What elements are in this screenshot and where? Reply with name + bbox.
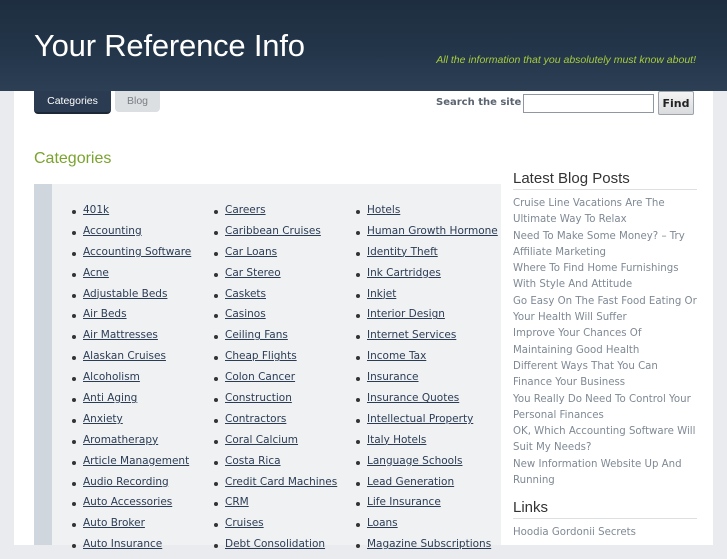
category-link[interactable]: Intellectual Property [354,413,498,434]
category-link[interactable]: Air Beds [70,308,191,329]
category-link[interactable]: Careers [212,204,337,225]
category-link[interactable]: Coral Calcium [212,434,337,455]
category-link[interactable]: Cruises [212,517,337,538]
categories-heading: Categories [34,150,112,167]
category-link[interactable]: Costa Rica [212,455,337,476]
category-link[interactable]: Hotels [354,204,498,225]
category-link[interactable]: Italy Hotels [354,434,498,455]
category-link[interactable]: Cheap Flights [212,350,337,371]
blog-post-link[interactable]: OK, Which Accounting Software Will Suit … [513,424,697,457]
search-label: Search the site [436,97,522,108]
category-link[interactable]: Air Mattresses [70,329,191,350]
category-link[interactable]: Anxiety [70,413,191,434]
latest-posts-heading: Latest Blog Posts [513,170,697,190]
category-link[interactable]: Life Insurance [354,496,498,517]
category-link[interactable]: Caskets [212,288,337,309]
category-link[interactable]: Ceiling Fans [212,329,337,350]
category-link[interactable]: Car Stereo [212,267,337,288]
sidebar-link[interactable]: Hoodia Gordonii Secrets [513,525,697,541]
category-link[interactable]: Auto Broker [70,517,191,538]
category-link[interactable]: Language Schools [354,455,498,476]
category-link[interactable]: Anti Aging [70,392,191,413]
site-tagline: All the information that you absolutely … [436,54,696,66]
category-link[interactable]: Article Management [70,455,191,476]
category-column: Hotels Human Growth Hormone Identity Theft… [354,204,498,559]
category-link[interactable]: Loans [354,517,498,538]
category-link[interactable]: Contractors [212,413,337,434]
category-link[interactable]: Insurance Quotes [354,392,498,413]
category-link[interactable]: Identity Theft [354,246,498,267]
category-link[interactable]: Income Tax [354,350,498,371]
blog-post-link[interactable]: Need To Make Some Money? – Try Affiliate… [513,229,697,262]
tab-blog[interactable]: Blog [115,91,160,112]
category-link[interactable]: Magazine Subscriptions [354,538,498,559]
search-input[interactable] [523,94,654,113]
category-link[interactable]: Credit Card Machines [212,476,337,497]
category-link[interactable]: Car Loans [212,246,337,267]
blog-post-link[interactable]: New Information Website Up And Running [513,457,697,490]
category-link[interactable]: Colon Cancer [212,371,337,392]
category-link[interactable]: Insurance [354,371,498,392]
blog-post-link[interactable]: Improve Your Chances Of Maintaining Good… [513,326,697,359]
blog-post-link[interactable]: You Really Do Need To Control Your Perso… [513,392,697,425]
category-link[interactable]: Adjustable Beds [70,288,191,309]
category-link[interactable]: Aromatherapy [70,434,191,455]
category-link[interactable]: Auto Insurance [70,538,191,559]
category-link[interactable]: Accounting [70,225,191,246]
category-link[interactable]: 401k [70,204,191,225]
blog-post-link[interactable]: Cruise Line Vacations Are The Ultimate W… [513,196,697,229]
category-link[interactable]: Accounting Software [70,246,191,267]
category-link[interactable]: Interior Design [354,308,498,329]
find-button[interactable]: Find [658,91,694,115]
category-list: 401k Accounting Accounting Software Acne Adj… [34,184,501,550]
site-title[interactable]: Your Reference Info [34,28,305,64]
category-link[interactable]: Acne [70,267,191,288]
blog-post-link[interactable]: Different Ways That You Can Finance Your… [513,359,697,392]
sidebar: Latest Blog Posts Cruise Line Vacations … [513,170,697,542]
category-link[interactable]: Audio Recording [70,476,191,497]
category-link[interactable]: Alaskan Cruises [70,350,191,371]
blog-post-link[interactable]: Go Easy On The Fast Food Eating Or Your … [513,294,697,327]
category-column: Careers Caribbean Cruises Car Loans Car Ste… [212,204,337,559]
category-column: 401k Accounting Accounting Software Acne Adj… [70,204,191,559]
category-link[interactable]: Auto Accessories [70,496,191,517]
category-link[interactable]: Inkjet [354,288,498,309]
category-link[interactable]: Construction [212,392,337,413]
tab-categories[interactable]: Categories [34,91,111,114]
links-heading: Links [513,499,697,520]
category-link[interactable]: Ink Cartridges [354,267,498,288]
category-link[interactable]: Human Growth Hormone [354,225,498,246]
category-link[interactable]: CRM [212,496,337,517]
blog-post-link[interactable]: Where To Find Home Furnishings With Styl… [513,261,697,294]
links-list: Hoodia Gordonii Secrets [513,525,697,541]
category-link[interactable]: Debt Consolidation [212,538,337,559]
category-link[interactable]: Casinos [212,308,337,329]
category-link[interactable]: Lead Generation [354,476,498,497]
category-link[interactable]: Internet Services [354,329,498,350]
category-link[interactable]: Caribbean Cruises [212,225,337,246]
category-link[interactable]: Alcoholism [70,371,191,392]
latest-posts-list: Cruise Line Vacations Are The Ultimate W… [513,196,697,489]
